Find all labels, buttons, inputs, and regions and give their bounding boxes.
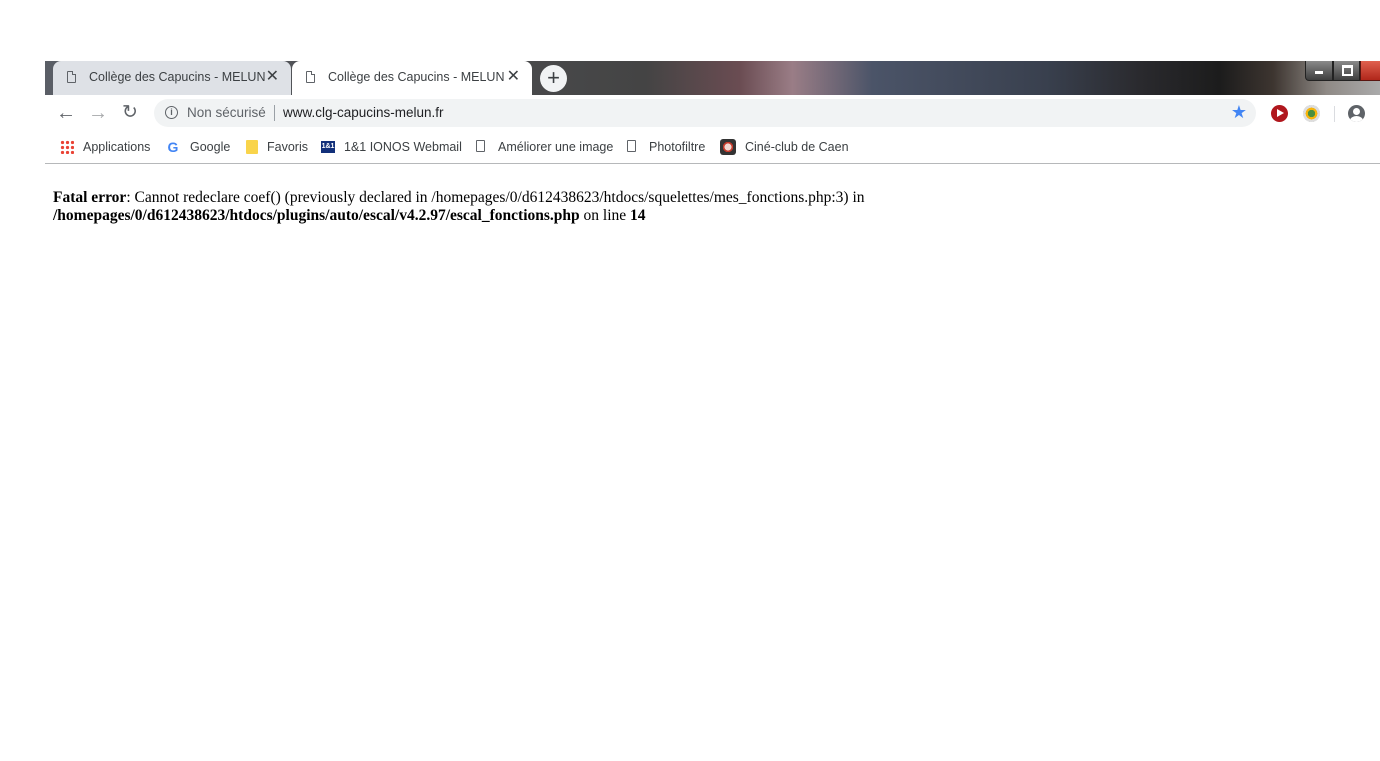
maximize-button[interactable] [1333, 61, 1360, 81]
error-label: Fatal error [53, 189, 127, 206]
close-icon[interactable]: ✕ [507, 68, 520, 86]
film-icon [720, 139, 736, 155]
bookmark-applications[interactable]: Applications [60, 138, 150, 156]
bookmark-star-icon[interactable]: ★ [1231, 102, 1247, 123]
new-tab-button[interactable]: + [540, 65, 567, 92]
error-line-text: on line [579, 207, 631, 224]
url-text[interactable]: www.clg-capucins-melun.fr [283, 105, 444, 120]
back-icon[interactable]: ← [54, 101, 78, 125]
close-icon[interactable]: ✕ [266, 68, 279, 86]
bookmark-google[interactable]: G Google [165, 138, 231, 156]
error-line-number: 14 [630, 207, 646, 224]
folder-icon [246, 140, 258, 154]
page-icon [67, 71, 76, 83]
window-close-button[interactable] [1360, 61, 1380, 81]
page-icon [306, 71, 315, 83]
bookmark-cine-club[interactable]: Ciné-club de Caen [720, 138, 849, 156]
bookmark-label: Ciné-club de Caen [745, 140, 849, 154]
bookmark-photofiltre[interactable]: Photofiltre [624, 138, 705, 156]
page-content: Fatal error: Cannot redeclare coef() (pr… [53, 189, 1353, 225]
bookmark-ionos-webmail[interactable]: 1&1 1&1 IONOS Webmail [321, 138, 462, 156]
apps-grid-icon [60, 140, 74, 154]
bookmark-label: Photofiltre [649, 140, 706, 154]
divider [1334, 106, 1335, 122]
error-message: : Cannot redeclare coef() (previously de… [126, 189, 865, 206]
info-icon[interactable]: i [165, 106, 178, 119]
globe-extension-icon[interactable] [1303, 105, 1320, 122]
bookmark-ameliorer-image[interactable]: Améliorer une image [473, 138, 613, 156]
page-icon [473, 139, 489, 155]
tab-title: Collège des Capucins - MELUN [89, 70, 266, 84]
tab-inactive[interactable]: Collège des Capucins - MELUN ✕ [53, 61, 291, 95]
bookmark-label: Favoris [267, 140, 308, 154]
account-icon[interactable] [1348, 105, 1365, 122]
browser-window: Collège des Capucins - MELUN ✕ Collège d… [45, 61, 1380, 761]
address-bar[interactable]: i Non sécurisé www.clg-capucins-melun.fr… [154, 99, 1256, 127]
page-icon [624, 139, 640, 155]
tab-title: Collège des Capucins - MELUN [328, 70, 505, 84]
play-extension-icon[interactable] [1271, 105, 1288, 122]
bookmark-favoris[interactable]: Favoris [244, 138, 308, 156]
bookmarks-bar: Applications G Google Favoris 1&1 1&1 IO… [45, 131, 1380, 164]
forward-icon[interactable]: → [86, 101, 110, 125]
tab-active[interactable]: Collège des Capucins - MELUN ✕ [292, 61, 532, 95]
security-label[interactable]: Non sécurisé [187, 105, 266, 120]
google-icon: G [167, 139, 179, 155]
divider [274, 105, 275, 121]
bookmark-label: 1&1 IONOS Webmail [344, 140, 462, 154]
error-file-path: /homepages/0/d612438623/htdocs/plugins/a… [53, 207, 580, 224]
bookmark-label: Applications [83, 140, 151, 154]
bookmark-label: Améliorer une image [498, 140, 614, 154]
bookmark-label: Google [190, 140, 231, 154]
minimize-button[interactable] [1305, 61, 1333, 81]
navigation-toolbar: ← → ↻ i Non sécurisé www.clg-capucins-me… [45, 95, 1380, 131]
reload-icon[interactable]: ↻ [118, 101, 142, 125]
ionos-icon: 1&1 [321, 141, 335, 153]
tab-strip: Collège des Capucins - MELUN ✕ Collège d… [45, 61, 1380, 95]
